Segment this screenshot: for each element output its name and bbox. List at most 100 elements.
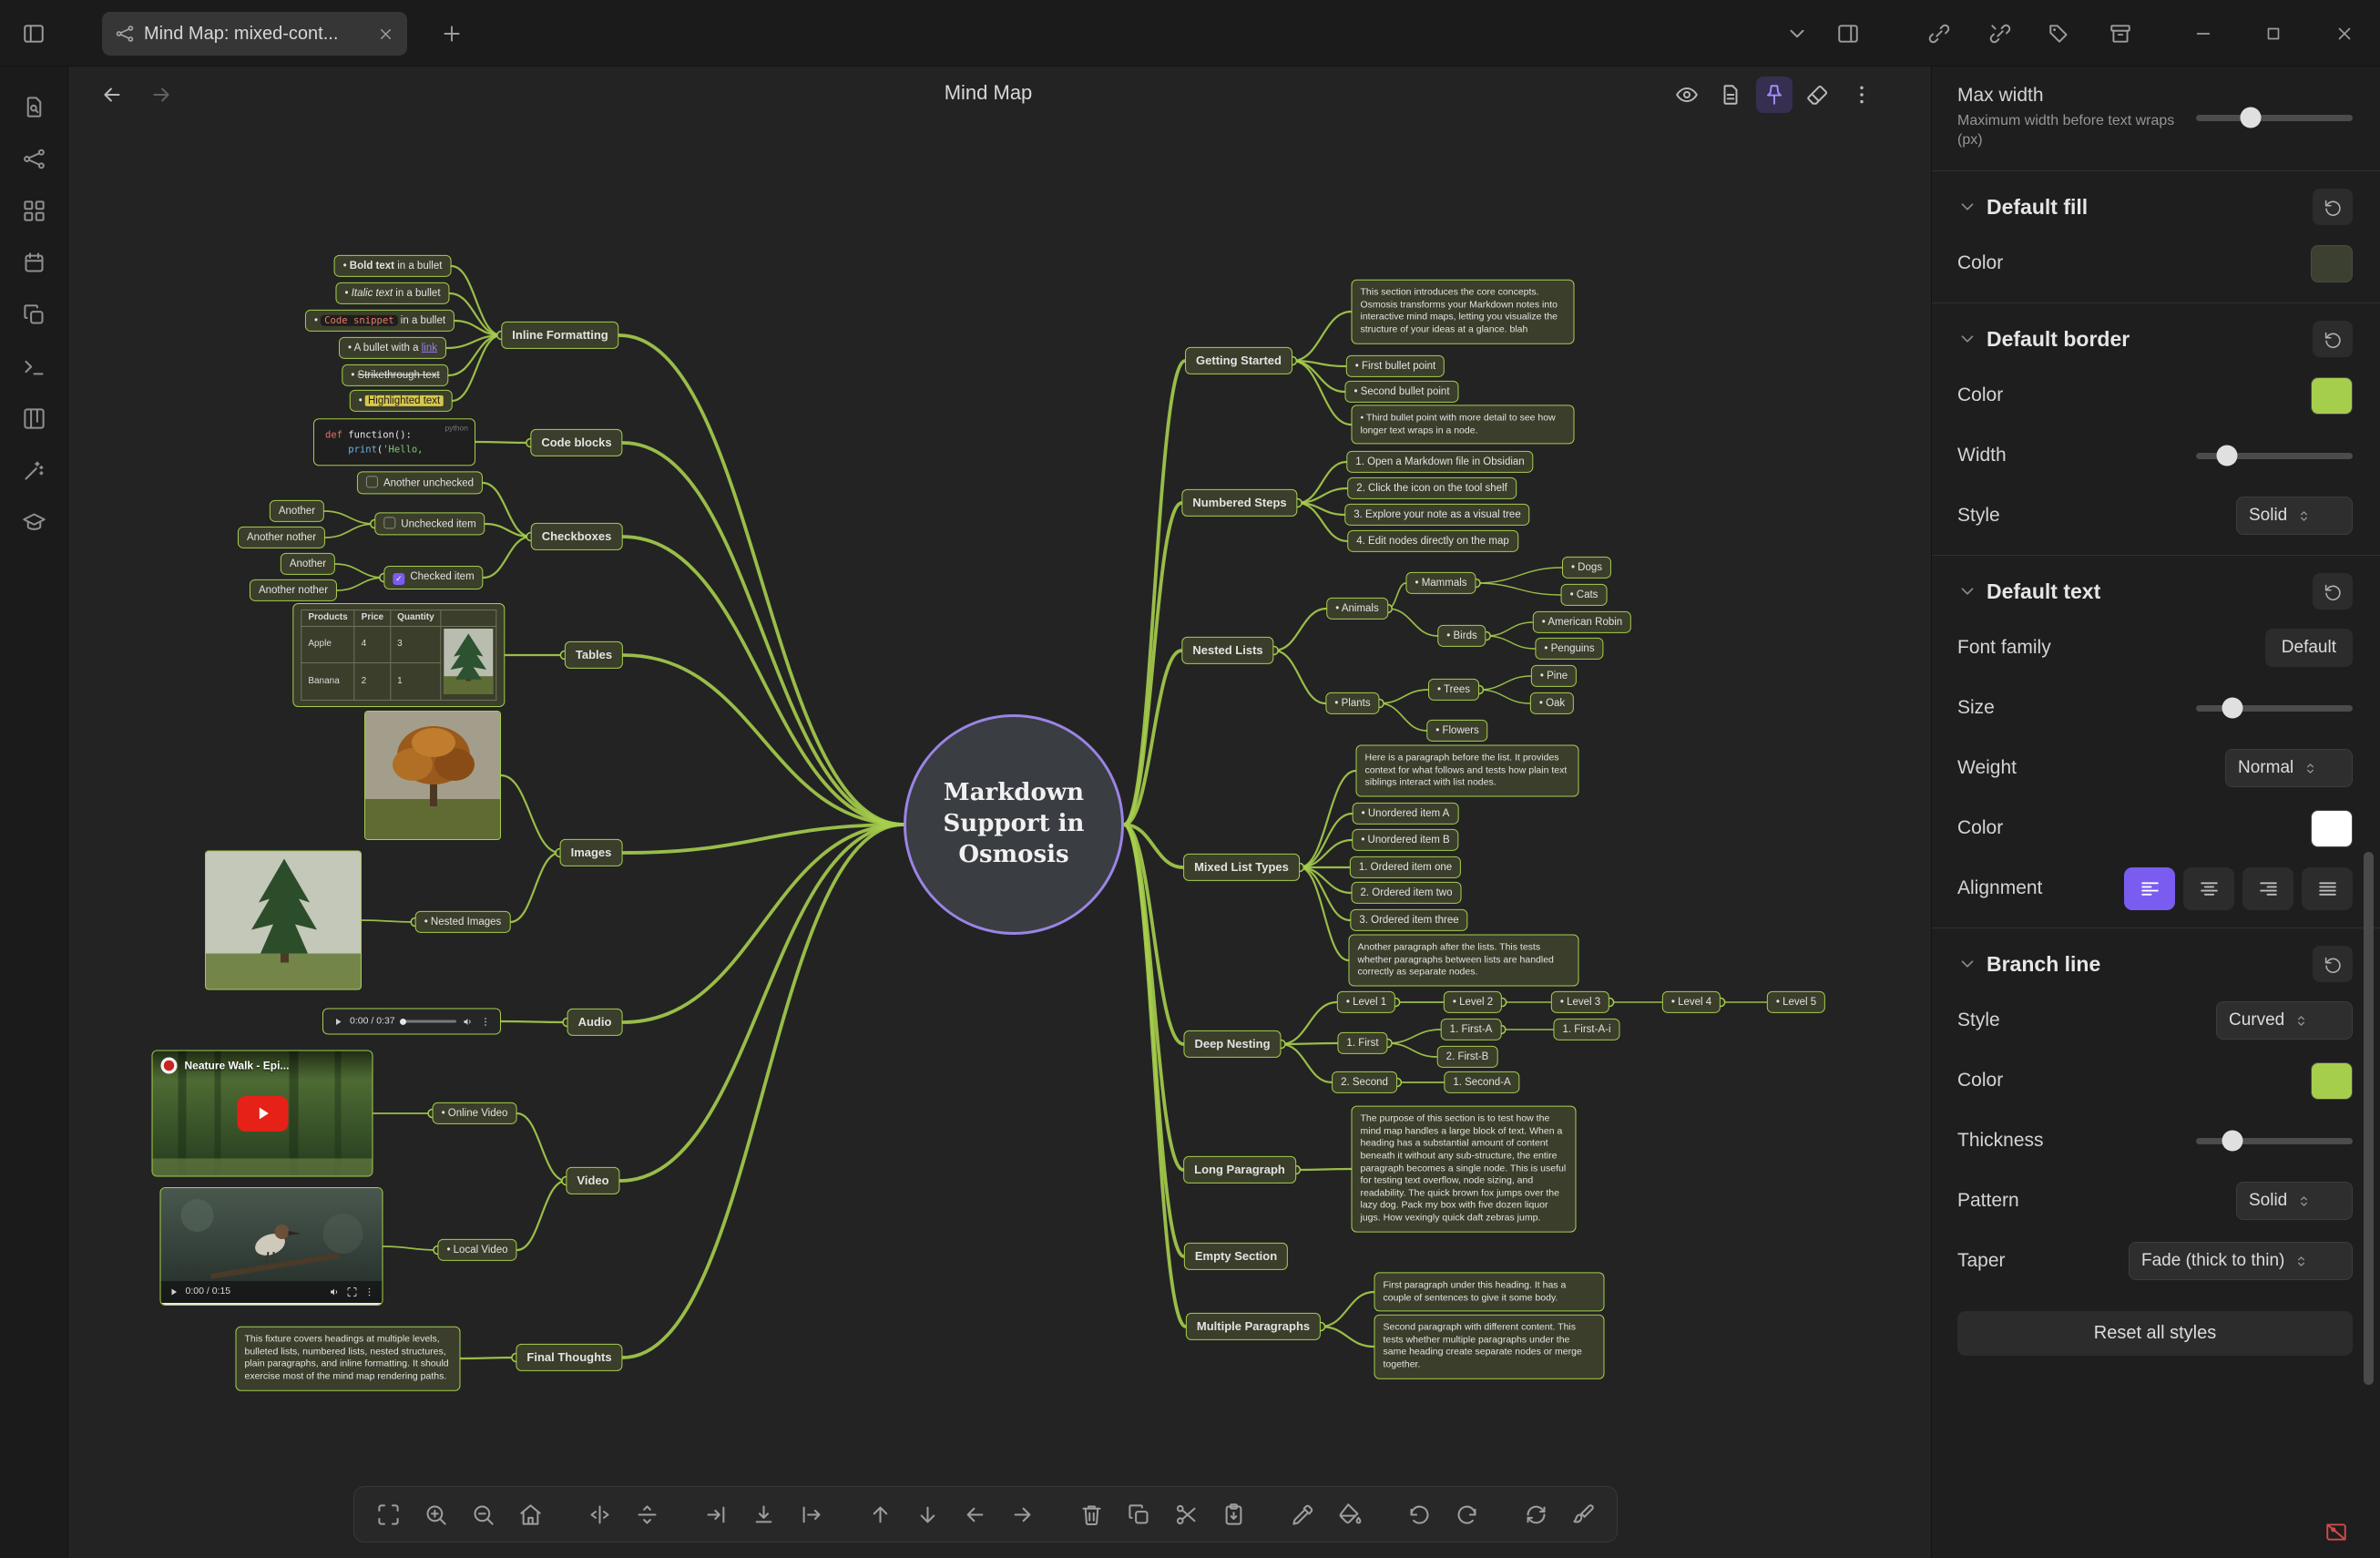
node-nl-dogs[interactable]: • Dogs	[1562, 557, 1611, 579]
node-dn-sa[interactable]: 1. Second-A	[1444, 1071, 1519, 1093]
node-b-code[interactable]: • Code snippet in a bullet	[305, 310, 455, 332]
titlebar-sidebar-right-button[interactable]	[1829, 15, 1867, 53]
toolbar-brush-button[interactable]	[1562, 1492, 1604, 1536]
toolbar-pipette-button[interactable]	[1282, 1492, 1323, 1536]
node-ml-3[interactable]: 3. Ordered item three	[1350, 909, 1467, 931]
node-nl-animals[interactable]: • Animals	[1326, 598, 1388, 620]
play-icon[interactable]	[332, 1016, 343, 1027]
titlebar-tag-button[interactable]	[2040, 15, 2079, 53]
reset-branch-line-button[interactable]	[2313, 946, 2353, 982]
node-final-para[interactable]: This fixture covers headings at multiple…	[236, 1327, 461, 1391]
toolbar-refresh-button[interactable]	[1515, 1492, 1557, 1536]
volume-icon[interactable]	[330, 1286, 341, 1297]
node-nl-trees[interactable]: • Trees	[1428, 679, 1479, 701]
ribbon-wand-button[interactable]	[14, 450, 54, 490]
node-b-link[interactable]: • A bullet with a link	[339, 337, 446, 359]
video-progress[interactable]	[161, 1303, 383, 1306]
node-c-unchecked0[interactable]: Another unchecked	[357, 471, 483, 494]
align-right-button[interactable]	[2242, 867, 2293, 910]
sidebar-left-toggle[interactable]	[15, 15, 53, 53]
node-h-mp[interactable]: Multiple Paragraphs	[1186, 1313, 1321, 1340]
node-lp-para[interactable]: The purpose of this section is to test h…	[1352, 1106, 1577, 1233]
fullscreen-icon[interactable]	[347, 1286, 358, 1297]
node-nl-birds[interactable]: • Birds	[1437, 625, 1486, 647]
toolbar-zoom-out-button[interactable]	[462, 1492, 504, 1536]
node-c-unchecked[interactable]: Unchecked item	[374, 512, 485, 535]
node-dn-fai[interactable]: 1. First-A-i	[1553, 1019, 1619, 1040]
view-more-vertical-button[interactable]	[1844, 77, 1880, 113]
ribbon-mindmap-button[interactable]	[14, 138, 54, 179]
align-left-button[interactable]	[2124, 867, 2175, 910]
node-dn-fb[interactable]: 2. First-B	[1437, 1046, 1498, 1068]
node-l-nested-img[interactable]: • Nested Images	[415, 911, 511, 933]
toolbar-copy-button[interactable]	[1118, 1492, 1159, 1536]
node-nl-pine[interactable]: • Pine	[1531, 665, 1577, 687]
reset-default-fill-button[interactable]	[2313, 189, 2353, 225]
checkbox-icon[interactable]: ✓	[393, 573, 404, 585]
node-nl-flowers[interactable]: • Flowers	[1426, 720, 1487, 742]
panel-scrollbar[interactable]	[2364, 852, 2374, 1385]
node-h-nl[interactable]: Nested Lists	[1181, 637, 1273, 664]
node-b-strike[interactable]: • Strikethrough text	[342, 364, 448, 386]
node-h-images[interactable]: Images	[560, 839, 623, 866]
font-size-slider[interactable]	[2196, 690, 2353, 726]
checkbox-icon[interactable]	[383, 517, 395, 528]
node-h-code[interactable]: Code blocks	[530, 429, 622, 456]
toolbar-paint-bucket-button[interactable]	[1329, 1492, 1371, 1536]
node-ml-1[interactable]: 1. Ordered item one	[1350, 856, 1461, 878]
ribbon-calendar-button[interactable]	[14, 242, 54, 282]
border-style-select[interactable]: Solid	[2236, 497, 2353, 535]
node-ns-4[interactable]: 4. Edit nodes directly on the map	[1347, 530, 1518, 552]
titlebar-link-button[interactable]	[1920, 15, 1958, 53]
chevron-down-icon[interactable]	[1957, 581, 1977, 601]
node-code-node[interactable]: pythondef function(): print('Hello,	[313, 418, 475, 466]
more-vertical-icon[interactable]	[364, 1286, 375, 1297]
node-table-node[interactable]: ProductsPriceQuantityApple43Banana21	[292, 603, 505, 707]
toolbar-arrow-right-to-line-button[interactable]	[695, 1492, 737, 1536]
node-h-ns[interactable]: Numbered Steps	[1181, 489, 1297, 517]
node-ns-1[interactable]: 1. Open a Markdown file in Obsidian	[1346, 451, 1533, 473]
reset-all-styles-button[interactable]: Reset all styles	[1957, 1311, 2353, 1356]
node-img-pine[interactable]	[205, 851, 362, 990]
node-c-checked[interactable]: ✓Checked item	[383, 566, 483, 589]
window-maximize-button[interactable]	[2254, 15, 2293, 53]
toolbar-arrow-down-to-line-button[interactable]	[742, 1492, 784, 1536]
back-button[interactable]	[94, 77, 130, 113]
node-h-audio[interactable]: Audio	[567, 1009, 623, 1036]
toolbar-fit-view-button[interactable]	[367, 1492, 409, 1536]
titlebar-chevron-down-button[interactable]	[1778, 15, 1816, 53]
node-dn-l3[interactable]: • Level 3	[1551, 991, 1609, 1013]
branch-pattern-select[interactable]: Solid	[2236, 1182, 2353, 1220]
node-nl-robin[interactable]: • American Robin	[1533, 611, 1631, 633]
node-h-inline[interactable]: Inline Formatting	[501, 322, 618, 349]
toolbar-redo-button[interactable]	[1445, 1492, 1487, 1536]
window-close-button[interactable]	[2325, 15, 2364, 53]
node-b-mark[interactable]: • Highlighted text	[350, 390, 453, 412]
node-ml-para1[interactable]: Here is a paragraph before the list. It …	[1356, 745, 1579, 797]
node-nl-cats[interactable]: • Cats	[1561, 584, 1608, 606]
ribbon-terminal-button[interactable]	[14, 346, 54, 386]
node-h-lp[interactable]: Long Paragraph	[1183, 1156, 1296, 1184]
node-gs-para[interactable]: This section introduces the core concept…	[1352, 280, 1575, 344]
toolbar-undo-button[interactable]	[1398, 1492, 1440, 1536]
font-family-button[interactable]: Default	[2265, 629, 2353, 667]
ribbon-layout-grid-button[interactable]	[14, 190, 54, 231]
ribbon-graduation-cap-button[interactable]	[14, 502, 54, 542]
view-pin-button[interactable]	[1756, 77, 1793, 113]
toolbar-arrow-right-button[interactable]	[1001, 1492, 1043, 1536]
border-width-slider[interactable]	[2196, 437, 2353, 474]
toolbar-scissors-button[interactable]	[1165, 1492, 1207, 1536]
tab-close-icon[interactable]	[377, 26, 394, 43]
audio-progress[interactable]	[402, 1020, 456, 1023]
ribbon-copy-button[interactable]	[14, 294, 54, 334]
font-weight-select[interactable]: Normal	[2225, 749, 2353, 787]
node-h-final[interactable]: Final Thoughts	[516, 1344, 622, 1371]
node-dn-fa[interactable]: 1. First-A	[1441, 1019, 1502, 1040]
branch-thickness-slider[interactable]	[2196, 1122, 2353, 1159]
max-width-slider[interactable]	[2196, 99, 2353, 136]
titlebar-link-2-button[interactable]	[1981, 15, 2019, 53]
node-mp-para1[interactable]: First paragraph under this heading. It h…	[1374, 1272, 1605, 1311]
more-vertical-icon[interactable]	[480, 1016, 491, 1027]
node-gs-b3[interactable]: • Third bullet point with more detail to…	[1352, 405, 1575, 444]
node-ml-a[interactable]: • Unordered item A	[1353, 803, 1459, 825]
